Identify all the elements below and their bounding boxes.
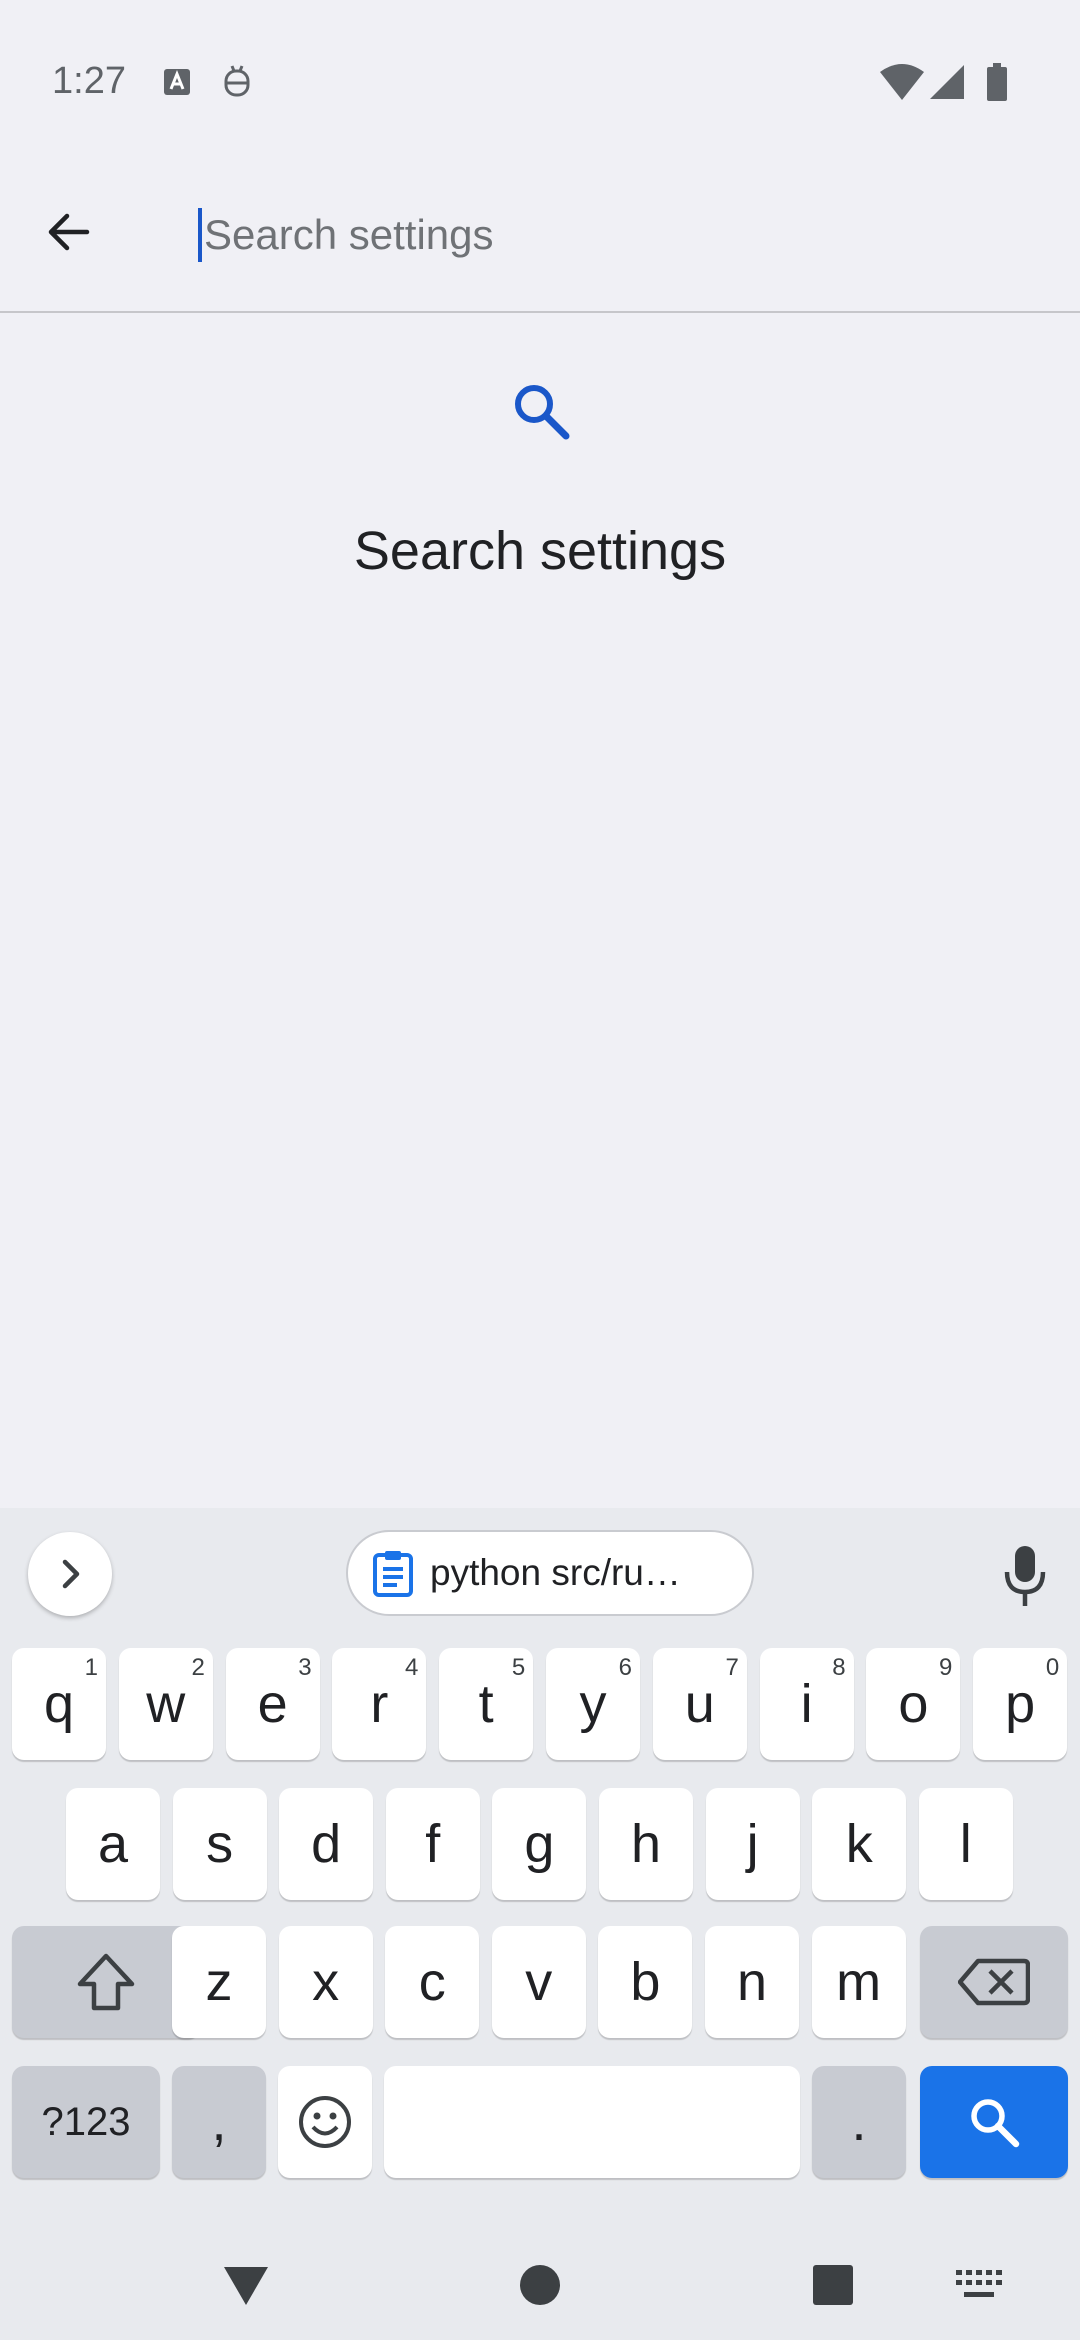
wifi-icon [880,60,924,104]
key-label: r [370,1674,389,1734]
spacebar-key[interactable] [384,2066,800,2178]
search-input[interactable] [204,211,984,259]
search-field[interactable] [198,195,1018,275]
key-2[interactable]: c [385,1926,480,2038]
key-9[interactable]: p0 [973,1648,1068,1760]
key-6[interactable]: j [705,1788,800,1900]
status-time: 1:27 [52,60,126,102]
key-number-hint: 4 [405,1654,419,1681]
search-app-bar [0,165,1080,313]
key-number-hint: 2 [191,1654,205,1681]
clipboard-icon [373,1551,413,1597]
nav-back-button[interactable] [222,2260,270,2310]
period-key[interactable]: . [812,2066,906,2178]
system-navigation-bar [0,2230,1080,2340]
keyboard-switcher-button[interactable] [956,2260,1002,2310]
key-5[interactable]: h [599,1788,693,1900]
key-number-hint: 0 [1045,1654,1060,1681]
key-number-hint: 8 [832,1654,846,1681]
backspace-icon [958,1958,1030,2006]
key-8[interactable]: l [918,1788,1013,1900]
key-number-hint: 6 [618,1654,632,1681]
soft-keyboard: python src/ru… q1w2e3r4t5y6u7i8o9p0 asdf… [0,1508,1080,2230]
key-1[interactable]: x [278,1926,373,2038]
key-2[interactable]: d [279,1788,374,1900]
backspace-key[interactable] [920,1926,1068,2038]
key-label: y [579,1674,607,1734]
key-4[interactable]: g [492,1788,587,1900]
key-2[interactable]: e3 [225,1648,320,1760]
key-number-hint: 9 [939,1654,953,1681]
key-label: w [146,1674,186,1734]
back-button[interactable] [28,192,108,272]
key-1[interactable]: s [172,1788,267,1900]
key-label: o [898,1674,929,1734]
key-0[interactable]: a [66,1788,160,1900]
key-label: t [478,1674,494,1734]
cell-signal-icon [925,60,969,104]
search-icon [515,385,570,440]
key-4[interactable]: b [598,1926,693,2038]
key-label: i [800,1674,813,1734]
key-7[interactable]: i8 [759,1648,854,1760]
key-0[interactable]: q1 [12,1648,106,1760]
key-label: e [257,1674,288,1734]
emoji-key[interactable] [278,2066,372,2178]
key-number-hint: 3 [298,1654,312,1681]
key-6[interactable]: u7 [652,1648,747,1760]
key-7[interactable]: k [812,1788,907,1900]
microphone-icon[interactable] [1000,1544,1050,1608]
keyboard-ime-icon [155,60,199,104]
key-label: q [43,1674,75,1734]
text-cursor [198,208,202,262]
clipboard-suggestion-chip[interactable]: python src/ru… [346,1530,754,1616]
key-number-hint: 1 [84,1654,98,1681]
shift-arrow-icon [77,1953,135,2011]
emoji-icon [299,2096,351,2148]
triangle-down-icon [224,2267,268,2305]
search-action-key[interactable] [920,2066,1068,2178]
circle-home-icon [520,2265,560,2305]
keyboard-icon [956,2270,1002,2297]
square-recents-icon [813,2265,853,2305]
nav-recents-button[interactable] [812,2260,854,2310]
key-3[interactable]: f [385,1788,480,1900]
key-label: p [1005,1674,1036,1734]
key-label: u [684,1674,715,1734]
expand-toolbar-button[interactable] [28,1532,112,1616]
key-5[interactable]: n [705,1926,799,2038]
symbols-key[interactable]: ?123 [12,2066,160,2178]
arrow-left-icon [48,213,90,251]
key-number-hint: 5 [511,1654,526,1681]
status-bar: 1:27 [0,0,1080,165]
search-icon [971,2099,1020,2148]
comma-key[interactable]: , [172,2066,266,2178]
accessibility-bot-icon [215,60,259,104]
key-3[interactable]: v [491,1926,586,2038]
key-6[interactable]: m [811,1926,906,2038]
key-3[interactable]: r4 [332,1648,427,1760]
key-number-hint: 7 [725,1654,739,1681]
keyboard-toolbar: python src/ru… [0,1508,1080,1643]
key-1[interactable]: w2 [118,1648,213,1760]
key-8[interactable]: o9 [866,1648,961,1760]
key-4[interactable]: t5 [439,1648,534,1760]
key-0[interactable]: z [172,1926,266,2038]
key-5[interactable]: y6 [546,1648,640,1760]
battery-icon [975,60,1019,104]
chevron-right-icon [62,1559,80,1589]
clipboard-text: python src/ru… [430,1552,681,1593]
empty-state-title: Search settings [353,521,727,581]
nav-home-button[interactable] [518,2260,562,2310]
